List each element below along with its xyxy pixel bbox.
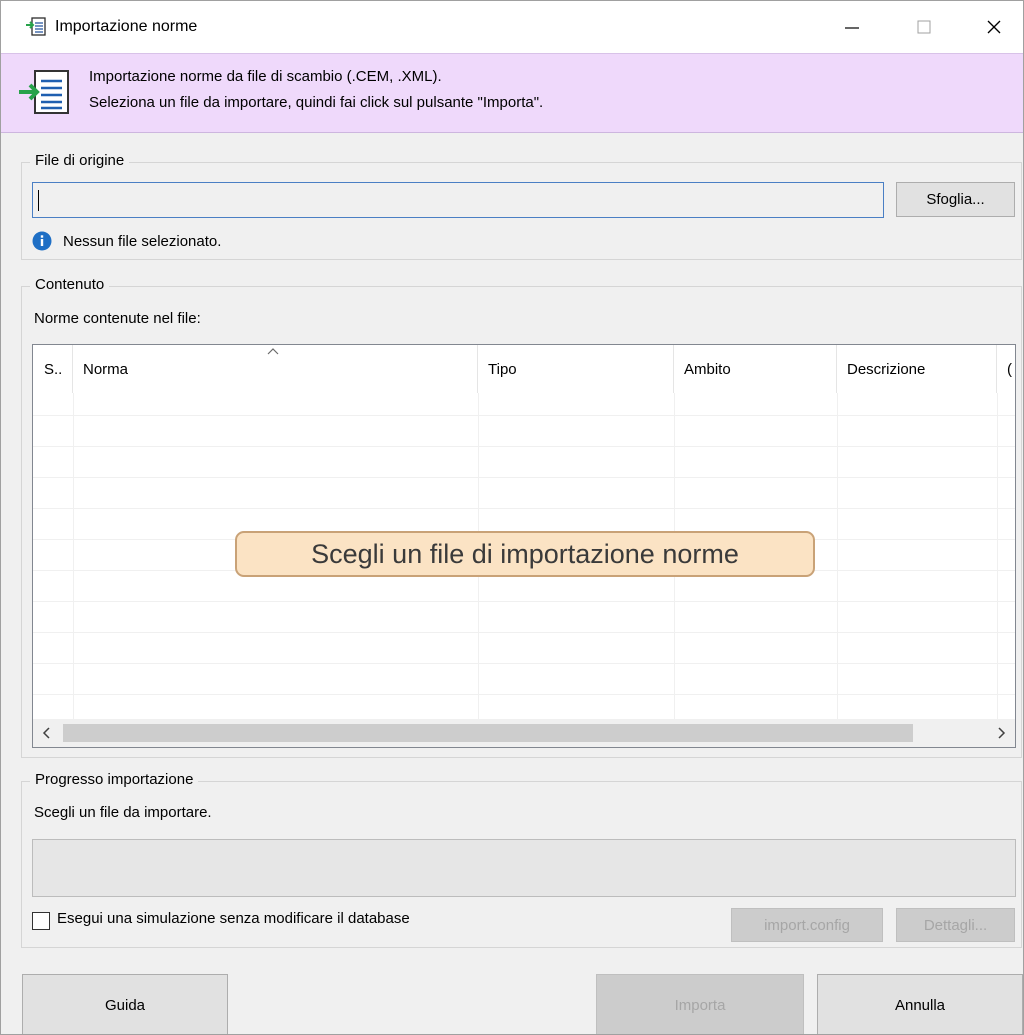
help-button[interactable]: Guida — [22, 974, 228, 1034]
help-button-label: Guida — [104, 996, 146, 1014]
sort-ascending-icon — [267, 348, 279, 355]
cancel-button-label: Annulla — [894, 996, 946, 1014]
close-button[interactable] — [959, 1, 1023, 53]
scroll-left-button[interactable] — [33, 719, 61, 747]
browse-button[interactable]: Sfoglia... — [896, 182, 1015, 217]
group-title-progress: Progresso importazione — [30, 771, 199, 788]
source-info-text: Nessun file selezionato. — [63, 233, 222, 250]
import-document-icon — [19, 70, 69, 114]
column-header-status[interactable]: S.. — [33, 345, 73, 393]
import-button[interactable]: Importa — [596, 974, 804, 1034]
grid-line — [33, 477, 1015, 478]
title-bar: Importazione norme — [1, 1, 1023, 53]
grid-line — [33, 508, 1015, 509]
import-config-label: import.config — [764, 916, 850, 934]
import-progress-bar — [32, 839, 1016, 897]
norms-table[interactable]: S.. Norma Tipo Ambito Descrizione (Sceg… — [32, 344, 1016, 748]
grid-line — [33, 694, 1015, 695]
group-title-content: Contenuto — [30, 276, 110, 293]
column-header-descrizione[interactable]: Descrizione — [837, 345, 997, 393]
scrollbar-thumb[interactable] — [63, 724, 913, 742]
header-description: Importazione norme da file di scambio (.… — [89, 68, 442, 85]
grid-line — [33, 663, 1015, 664]
header-instructions: Seleziona un file da importare, quindi f… — [89, 94, 544, 111]
horizontal-scrollbar[interactable] — [33, 719, 1015, 747]
column-header-truncated[interactable]: ( — [997, 345, 1015, 393]
column-header-ambito[interactable]: Ambito — [674, 345, 837, 393]
details-button-label: Dettagli... — [923, 916, 988, 934]
grid-line — [997, 393, 998, 719]
source-file-input[interactable] — [32, 182, 884, 218]
dialog-header: Importazione norme da file di scambio (.… — [1, 53, 1023, 133]
grid-line — [33, 415, 1015, 416]
grid-line — [33, 601, 1015, 602]
minimize-icon — [845, 27, 859, 29]
empty-table-overlay: Scegli un file di importazione norme — [235, 531, 815, 577]
column-header-tipo[interactable]: Tipo — [478, 345, 674, 393]
details-button[interactable]: Dettagli... — [896, 908, 1015, 942]
chevron-right-icon — [998, 727, 1006, 739]
text-caret — [38, 190, 39, 211]
column-header-norma[interactable]: Norma — [73, 345, 478, 393]
grid-line — [73, 393, 74, 719]
simulation-checkbox[interactable] — [32, 912, 50, 930]
scroll-right-button[interactable] — [987, 719, 1015, 747]
simulation-checkbox-label[interactable]: Esegui una simulazione senza modificare … — [57, 910, 410, 927]
grid-line — [33, 632, 1015, 633]
minimize-button[interactable] — [817, 1, 887, 53]
browse-button-label: Sfoglia... — [926, 191, 985, 208]
chevron-left-icon — [42, 727, 50, 739]
window-title: Importazione norme — [55, 18, 198, 35]
grid-line — [33, 446, 1015, 447]
grid-line — [837, 393, 838, 719]
content-caption: Norme contenute nel file: — [34, 310, 201, 327]
close-icon — [987, 20, 1001, 34]
maximize-icon — [917, 20, 931, 34]
maximize-button[interactable] — [889, 1, 959, 53]
import-config-button[interactable]: import.config — [731, 908, 883, 942]
progress-status-text: Scegli un file da importare. — [34, 804, 212, 821]
import-document-icon — [26, 17, 46, 36]
info-icon — [32, 231, 52, 251]
cancel-button[interactable]: Annulla — [817, 974, 1023, 1034]
import-dialog: Importazione norme Importazione norme da… — [0, 0, 1024, 1035]
group-title-source: File di origine — [30, 152, 130, 169]
import-button-label: Importa — [674, 996, 726, 1014]
